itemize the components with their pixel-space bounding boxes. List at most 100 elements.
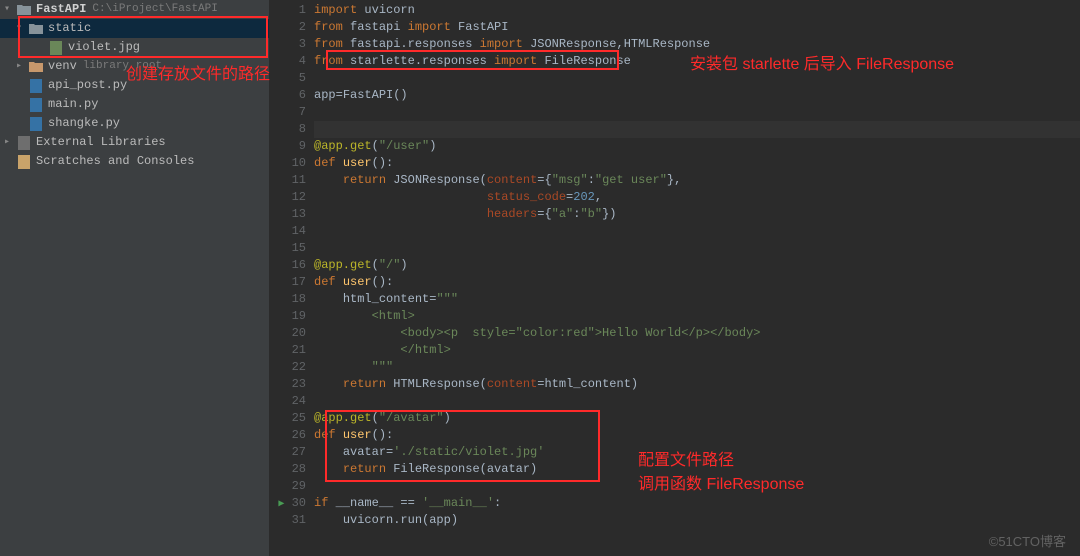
line-number: 31 xyxy=(270,512,306,529)
code-editor[interactable]: 1234567891011121314151617181920212223242… xyxy=(270,0,1080,556)
line-number: 16 xyxy=(270,257,306,274)
tree-label: Scratches and Consoles xyxy=(36,152,194,171)
python-file-icon xyxy=(28,98,44,112)
project-root-item[interactable]: ▾ FastAPI C:\iProject\FastAPI xyxy=(0,0,269,19)
scratch-icon xyxy=(16,155,32,169)
tree-item-api-post[interactable]: api_post.py xyxy=(0,76,269,95)
line-number: 5 xyxy=(270,70,306,87)
line-number: 23 xyxy=(270,376,306,393)
line-number: 12 xyxy=(270,189,306,206)
line-number: 4 xyxy=(270,53,306,70)
line-number: 17 xyxy=(270,274,306,291)
chevron-down-icon: ▾ xyxy=(16,19,28,38)
line-number: 24 xyxy=(270,393,306,410)
line-number: 1 xyxy=(270,2,306,19)
code-line[interactable]: @app.get("/avatar") xyxy=(314,410,1080,427)
tree-label: External Libraries xyxy=(36,133,166,152)
code-line[interactable]: return HTMLResponse(content=html_content… xyxy=(314,376,1080,393)
line-number: 9 xyxy=(270,138,306,155)
tree-label: venv xyxy=(48,57,77,76)
folder-icon xyxy=(28,61,44,73)
chevron-down-icon: ▾ xyxy=(4,0,16,19)
code-line[interactable] xyxy=(314,223,1080,240)
external-libraries[interactable]: ▸ External Libraries xyxy=(0,133,269,152)
watermark: ©51CTO博客 xyxy=(989,531,1066,550)
code-line[interactable] xyxy=(314,240,1080,257)
code-line[interactable]: import uvicorn xyxy=(314,2,1080,19)
scratches[interactable]: Scratches and Consoles xyxy=(0,152,269,171)
code-line[interactable]: @app.get("/user") xyxy=(314,138,1080,155)
code-line[interactable]: return JSONResponse(content={"msg":"get … xyxy=(314,172,1080,189)
line-number: 21 xyxy=(270,342,306,359)
code-line[interactable] xyxy=(314,104,1080,121)
code-line[interactable] xyxy=(314,478,1080,495)
tree-label: violet.jpg xyxy=(68,38,140,57)
line-number: 7 xyxy=(270,104,306,121)
library-icon xyxy=(16,136,32,150)
line-number: 20 xyxy=(270,325,306,342)
tree-item-violet[interactable]: violet.jpg xyxy=(0,38,269,57)
tree-label: api_post.py xyxy=(48,76,127,95)
code-line[interactable]: from fastapi.responses import JSONRespon… xyxy=(314,36,1080,53)
python-file-icon xyxy=(28,79,44,93)
code-line[interactable]: <body><p style="color:red">Hello World</… xyxy=(314,325,1080,342)
line-number: ▶ 30 xyxy=(270,495,306,512)
line-number-gutter: 1234567891011121314151617181920212223242… xyxy=(270,0,314,556)
code-line[interactable]: def user(): xyxy=(314,155,1080,172)
line-number: 14 xyxy=(270,223,306,240)
line-number: 13 xyxy=(270,206,306,223)
project-sidebar[interactable]: ▾ FastAPI C:\iProject\FastAPI ▾ static v… xyxy=(0,0,270,556)
code-line[interactable]: status_code=202, xyxy=(314,189,1080,206)
code-line[interactable]: from fastapi import FastAPI xyxy=(314,19,1080,36)
code-line[interactable] xyxy=(314,121,1080,138)
line-number: 29 xyxy=(270,478,306,495)
chevron-right-icon: ▸ xyxy=(16,57,28,76)
tree-item-main[interactable]: main.py xyxy=(0,95,269,114)
code-line[interactable]: <html> xyxy=(314,308,1080,325)
code-line[interactable]: uvicorn.run(app) xyxy=(314,512,1080,529)
tree-item-shangke[interactable]: shangke.py xyxy=(0,114,269,133)
line-number: 28 xyxy=(270,461,306,478)
line-number: 10 xyxy=(270,155,306,172)
code-line[interactable]: if __name__ == '__main__': xyxy=(314,495,1080,512)
code-line[interactable]: def user(): xyxy=(314,427,1080,444)
line-number: 3 xyxy=(270,36,306,53)
code-line[interactable]: html_content=""" xyxy=(314,291,1080,308)
line-number: 22 xyxy=(270,359,306,376)
image-file-icon xyxy=(48,41,64,55)
ide-root: ▾ FastAPI C:\iProject\FastAPI ▾ static v… xyxy=(0,0,1080,556)
line-number: 8 xyxy=(270,121,306,138)
tree-label: shangke.py xyxy=(48,114,120,133)
line-number: 27 xyxy=(270,444,306,461)
python-file-icon xyxy=(28,117,44,131)
code-line[interactable]: headers={"a":"b"}) xyxy=(314,206,1080,223)
code-line[interactable]: app=FastAPI() xyxy=(314,87,1080,104)
chevron-right-icon: ▸ xyxy=(4,133,16,152)
tree-hint: library root xyxy=(83,57,162,76)
line-number: 25 xyxy=(270,410,306,427)
code-line[interactable]: </html> xyxy=(314,342,1080,359)
code-line[interactable]: avatar='./static/violet.jpg' xyxy=(314,444,1080,461)
code-line[interactable] xyxy=(314,70,1080,87)
project-root-path: C:\iProject\FastAPI xyxy=(92,0,217,19)
line-number: 6 xyxy=(270,87,306,104)
line-number: 18 xyxy=(270,291,306,308)
code-line[interactable] xyxy=(314,393,1080,410)
tree-item-static[interactable]: ▾ static xyxy=(0,19,269,38)
tree-label: main.py xyxy=(48,95,98,114)
code-line[interactable]: return FileResponse(avatar) xyxy=(314,461,1080,478)
code-area[interactable]: import uvicornfrom fastapi import FastAP… xyxy=(314,0,1080,556)
line-number: 26 xyxy=(270,427,306,444)
code-line[interactable]: """ xyxy=(314,359,1080,376)
line-number: 19 xyxy=(270,308,306,325)
code-line[interactable]: from starlette.responses import FileResp… xyxy=(314,53,1080,70)
tree-label: static xyxy=(48,19,91,38)
project-root-label: FastAPI xyxy=(36,0,86,19)
code-line[interactable]: @app.get("/") xyxy=(314,257,1080,274)
tree-item-venv[interactable]: ▸ venv library root xyxy=(0,57,269,76)
line-number: 11 xyxy=(270,172,306,189)
line-number: 2 xyxy=(270,19,306,36)
code-line[interactable]: def user(): xyxy=(314,274,1080,291)
folder-icon xyxy=(28,23,44,35)
folder-icon xyxy=(16,4,32,16)
